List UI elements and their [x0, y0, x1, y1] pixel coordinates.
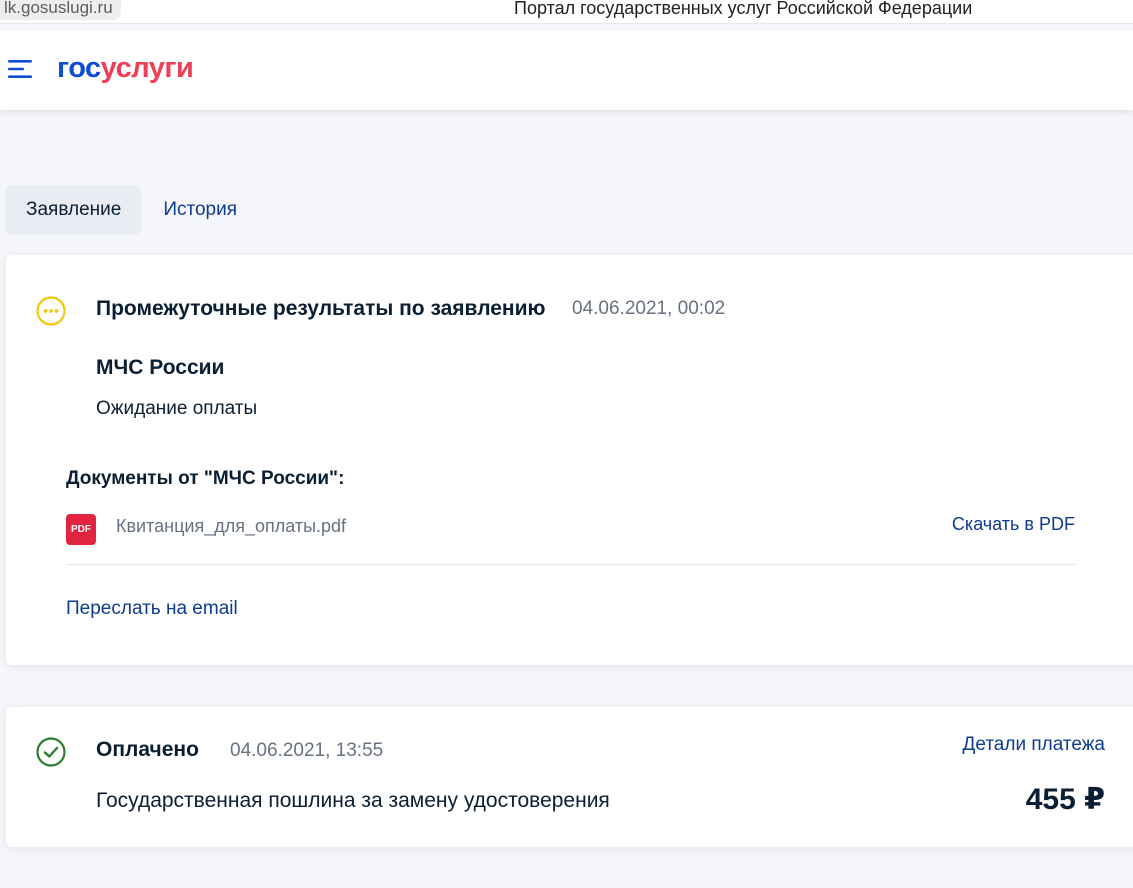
logo-part-gos: гос	[57, 52, 101, 84]
site-header: госуслуги	[0, 30, 1133, 110]
application-status: Ожидание оплаты	[96, 398, 258, 419]
divider	[66, 564, 1076, 565]
payment-details-link[interactable]: Детали платежа	[963, 734, 1105, 756]
interim-date: 04.06.2021, 00:02	[572, 298, 726, 319]
hamburger-menu-icon[interactable]	[8, 58, 34, 80]
payment-date: 04.06.2021, 13:55	[230, 740, 384, 761]
window-title: Портал государственных услуг Российской …	[514, 0, 973, 18]
check-circle-icon	[36, 737, 66, 767]
tab-application[interactable]: Заявление	[6, 185, 142, 235]
ellipsis-circle-icon	[36, 296, 66, 326]
browser-url[interactable]: lk.gosuslugi.ru	[0, 0, 121, 20]
organization-name: МЧС России	[96, 356, 225, 379]
interim-results-card: Промежуточные результаты по заявлению 04…	[6, 255, 1133, 665]
browser-title-bar: lk.gosuslugi.ru Портал государственных у…	[0, 0, 1133, 24]
gosuslugi-logo[interactable]: госуслуги	[57, 51, 194, 85]
download-pdf-link[interactable]: Скачать в PDF	[952, 514, 1075, 535]
forward-email-link[interactable]: Переслать на email	[66, 598, 238, 620]
pdf-file-icon: PDF	[66, 514, 96, 545]
tab-history[interactable]: История	[143, 185, 257, 235]
payment-card: Оплачено 04.06.2021, 13:55 Детали платеж…	[6, 707, 1133, 847]
payment-status: Оплачено	[96, 738, 199, 761]
payment-amount: 455 ₽	[1025, 783, 1105, 816]
interim-title: Промежуточные результаты по заявлению	[96, 297, 546, 320]
logo-part-uslugi: услуги	[100, 52, 194, 84]
documents-heading: Документы от "МЧС России":	[66, 468, 345, 489]
document-file-name[interactable]: Квитанция_для_оплаты.pdf	[116, 516, 346, 537]
application-tabs: Заявление История	[6, 185, 257, 235]
payment-description: Государственная пошлина за замену удосто…	[96, 789, 610, 812]
